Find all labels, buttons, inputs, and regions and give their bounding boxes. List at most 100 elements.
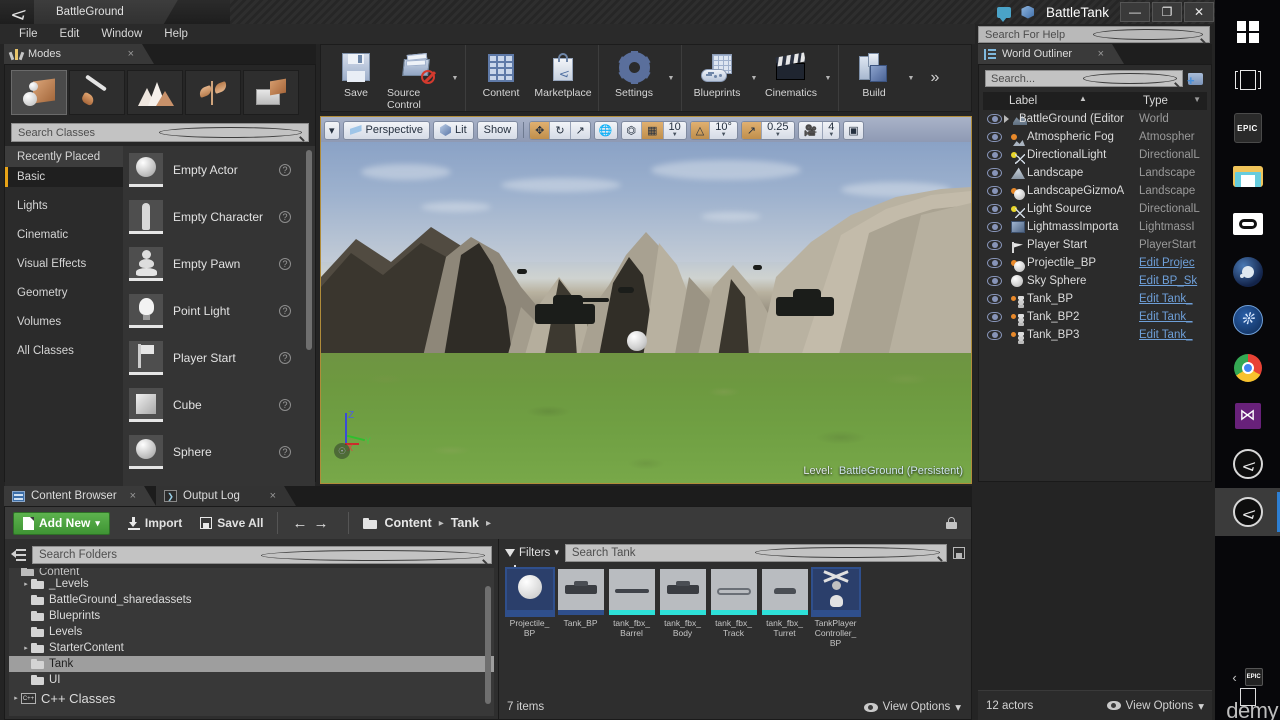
outliner-row-type[interactable]: Edit Tank_ — [1139, 329, 1209, 341]
outliner-row-type[interactable]: Edit Tank_ — [1139, 293, 1209, 305]
viewport-scene[interactable]: Z X Y ☉ Level: BattleGround (Persistent) — [321, 142, 971, 483]
feedback-icon[interactable] — [992, 0, 1016, 24]
category-geometry[interactable]: Geometry — [5, 283, 123, 303]
viewport-bookmark-icon[interactable]: ☉ — [334, 443, 350, 459]
visibility-toggle-icon[interactable] — [987, 240, 1002, 250]
blueprints-button[interactable]: Blueprints — [686, 45, 748, 111]
outliner-row[interactable]: DirectionalLight DirectionalL — [979, 146, 1211, 164]
folder-tree-row[interactable]: Tank — [9, 656, 494, 672]
asset-tile[interactable]: tank_fbx_ Body — [658, 569, 707, 648]
expander-icon[interactable]: ▸ — [21, 644, 31, 652]
cube-icon[interactable] — [1016, 0, 1040, 24]
category-all-classes[interactable]: All Classes — [5, 341, 123, 361]
view-mode-perspective-button[interactable]: Perspective — [342, 120, 431, 140]
tab-content-browser[interactable]: Content Browser × — [4, 486, 156, 506]
outliner-row[interactable]: Projectile_BP Edit Projec — [979, 254, 1211, 272]
category-lights[interactable]: Lights — [5, 196, 123, 216]
outliner-row[interactable]: Sky Sphere Edit BP_Sk — [979, 272, 1211, 290]
help-icon[interactable]: ? — [279, 210, 291, 223]
placement-item[interactable]: Point Light ? — [123, 287, 315, 334]
folder-tree-row[interactable]: ▸ _Levels — [9, 576, 494, 592]
geometry-edit-mode-button[interactable] — [243, 70, 299, 115]
add-new-button[interactable]: Add New ▾ — [13, 511, 110, 535]
blueprints-dropdown-icon[interactable]: ▼ — [748, 45, 760, 111]
scale-snap-toggle[interactable]: ↗ — [741, 121, 763, 139]
tree-toggle-icon[interactable] — [11, 548, 26, 562]
unreal-editor-icon[interactable]: 𝈴 — [1215, 488, 1280, 536]
pcoip-icon[interactable]: ❊ — [1215, 296, 1280, 344]
view-mode-lit-button[interactable]: Lit — [433, 120, 474, 140]
breadcrumb-content[interactable]: Content — [384, 516, 431, 530]
modes-tab-close-icon[interactable]: × — [128, 48, 134, 60]
help-icon[interactable]: ? — [279, 351, 291, 364]
save-all-button[interactable]: Save All — [200, 516, 263, 530]
asset-search-input[interactable]: Search Tank — [564, 543, 947, 562]
column-type[interactable]: Type — [1143, 95, 1168, 107]
folder-tree[interactable]: Content ▸ _Levels BattleGround_sharedassets… — [9, 568, 494, 716]
help-icon[interactable]: ? — [279, 163, 291, 176]
move-tool-button[interactable]: ✥ — [530, 121, 551, 139]
world-outliner-row-list[interactable]: BattleGround (Editor World Atmospheric Fog… — [979, 110, 1211, 344]
world-outliner-view-options-button[interactable]: View Options ▾ — [1106, 699, 1204, 713]
folder-tree-row[interactable]: Levels — [9, 624, 494, 640]
help-icon[interactable]: ? — [279, 445, 291, 458]
folder-tree-row[interactable]: BattleGround_sharedassets — [9, 592, 494, 608]
angle-snap-toggle[interactable]: △ — [690, 121, 711, 139]
tank-actor-distant[interactable] — [517, 269, 527, 274]
folder-tree-scrollbar[interactable] — [485, 586, 491, 704]
tank-actor[interactable] — [535, 304, 595, 324]
unreal-engine-icon[interactable]: 𝈴 — [1215, 440, 1280, 488]
tab-output-log[interactable]: ❯ Output Log × — [156, 486, 296, 506]
camera-speed-value-button[interactable]: 4 ▼ — [823, 122, 839, 139]
menu-edit[interactable]: Edit — [49, 24, 91, 44]
grid-snap-toggle[interactable]: ▦ — [642, 121, 664, 139]
minimize-button[interactable]: — — [1120, 2, 1150, 22]
epic-games-icon[interactable]: EPIC — [1215, 104, 1280, 152]
steam-icon[interactable] — [1215, 248, 1280, 296]
marketplace-button[interactable]: 𝈴 Marketplace — [532, 45, 594, 111]
outliner-row[interactable]: Tank_BP3 Edit Tank_ — [979, 326, 1211, 344]
world-outliner-close-icon[interactable]: × — [1098, 48, 1104, 60]
expander-icon[interactable]: ▸ — [11, 694, 21, 702]
folder-tree-row[interactable]: ▸ C++ C++ Classes — [9, 688, 494, 708]
cinematics-dropdown-icon[interactable]: ▼ — [822, 45, 834, 111]
asset-tile[interactable]: tank_fbx_ Track — [709, 569, 758, 648]
outliner-row[interactable]: Atmospheric Fog Atmospher — [979, 128, 1211, 146]
column-options-icon[interactable]: ▼ — [1193, 95, 1201, 104]
expander-icon[interactable] — [1004, 115, 1009, 123]
menu-help[interactable]: Help — [153, 24, 199, 44]
category-recently-placed[interactable]: Recently Placed — [5, 146, 123, 167]
outliner-row[interactable]: BattleGround (Editor World — [979, 110, 1211, 128]
close-button[interactable]: ✕ — [1184, 2, 1214, 22]
tank-actor-distant[interactable] — [753, 265, 762, 270]
output-log-tab-close-icon[interactable]: × — [270, 490, 276, 502]
oculus-icon[interactable] — [1215, 200, 1280, 248]
add-folder-icon[interactable]: + — [1187, 71, 1205, 87]
column-label[interactable]: Label — [1009, 95, 1037, 107]
placement-item[interactable]: Cube ? — [123, 381, 315, 428]
paint-mode-button[interactable] — [69, 70, 125, 115]
folder-tree-row[interactable]: ▸ StarterContent — [9, 640, 494, 656]
scale-tool-button[interactable]: ↗ — [571, 122, 590, 139]
folder-tree-row[interactable]: Content — [9, 568, 494, 576]
source-control-dropdown-icon[interactable]: ▼ — [449, 45, 461, 111]
tray-epic-icon[interactable]: EPIC — [1244, 668, 1263, 686]
visibility-toggle-icon[interactable] — [987, 222, 1002, 232]
camera-speed-icon[interactable]: 🎥 — [799, 121, 824, 139]
asset-tile[interactable]: tank_fbx_ Barrel — [607, 569, 656, 648]
outliner-row[interactable]: LandscapeGizmoA Landscape — [979, 182, 1211, 200]
placement-item[interactable]: Sphere ? — [123, 428, 315, 475]
tank-actor[interactable] — [776, 297, 834, 316]
rotate-tool-button[interactable]: ↻ — [550, 121, 571, 139]
menu-file[interactable]: File — [8, 24, 49, 44]
breadcrumb-tank[interactable]: Tank — [451, 516, 479, 530]
windows-start-icon[interactable] — [1215, 8, 1280, 56]
visibility-toggle-icon[interactable] — [987, 204, 1002, 214]
search-classes-input[interactable]: Search Classes — [11, 123, 309, 142]
category-cinematic[interactable]: Cinematic — [5, 225, 123, 245]
task-view-icon[interactable] — [1215, 56, 1280, 104]
category-basic[interactable]: Basic — [5, 167, 123, 187]
content-browser-tab-close-icon[interactable]: × — [130, 490, 136, 502]
settings-button[interactable]: Settings — [603, 45, 665, 111]
nav-back-button[interactable]: ← — [292, 515, 307, 532]
